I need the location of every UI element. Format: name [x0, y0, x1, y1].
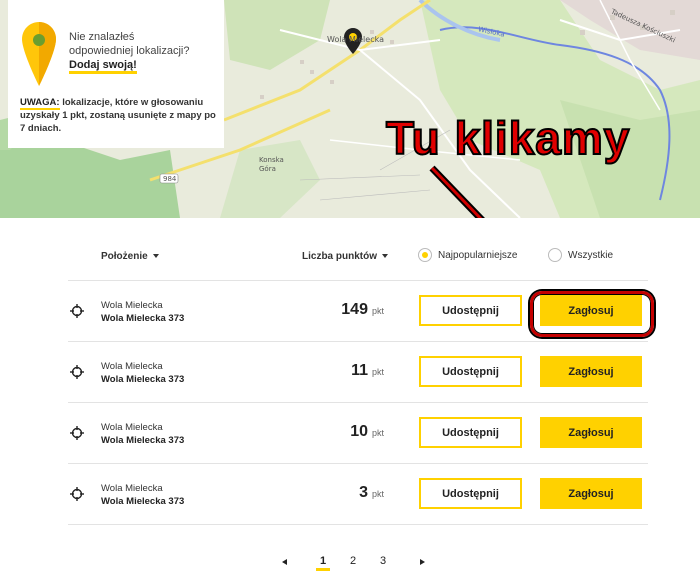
location-cell: Wola Mielecka Wola Mielecka 373: [101, 360, 184, 386]
filter-popular-label: Najpopularniejsze: [438, 249, 518, 261]
location-pin-icon: [22, 22, 56, 86]
crosshair-icon[interactable]: [70, 304, 84, 318]
place-name: Wola Mielecka: [101, 483, 163, 494]
share-button[interactable]: Udostępnij: [419, 478, 522, 509]
add-location-link[interactable]: Dodaj swoją!: [69, 59, 137, 74]
map-secondary-label: Konska Góra: [259, 156, 284, 173]
points-header-label: Liczba punktów: [302, 251, 377, 262]
warning-label: UWAGA:: [20, 97, 60, 110]
annotation-text: Tu klikamy: [385, 111, 631, 165]
radio-selected-icon: [418, 248, 432, 262]
sort-location-button[interactable]: Położenie: [101, 251, 159, 262]
caret-down-icon: [382, 254, 388, 259]
place-name: Wola Mielecka: [101, 422, 163, 433]
table-header: Położenie Liczba punktów Najpopularniejs…: [68, 244, 648, 270]
location-header-label: Położenie: [101, 251, 148, 262]
crosshair-icon[interactable]: [70, 365, 84, 379]
page-3[interactable]: 3: [380, 555, 386, 567]
table-row: Wola Mielecka Wola Mielecka 373 3 pkt Udo…: [68, 464, 648, 524]
share-button[interactable]: Udostępnij: [419, 356, 522, 387]
map-place-label: Wola Mielecka: [327, 35, 384, 44]
points-value: 3: [359, 484, 368, 501]
sort-points-button[interactable]: Liczba punktów: [302, 251, 388, 262]
next-page-icon[interactable]: [420, 559, 425, 565]
page-2[interactable]: 2: [350, 555, 356, 567]
filter-all-label: Wszystkie: [568, 249, 613, 261]
crosshair-icon[interactable]: [70, 487, 84, 501]
place-address: Wola Mielecka 373: [101, 313, 185, 324]
info-card: Nie znalazłeś odpowiedniej lokalizacji? …: [8, 0, 224, 148]
place-name: Wola Mielecka: [101, 361, 163, 372]
caret-down-icon: [152, 254, 159, 259]
vote-button[interactable]: Zagłosuj: [540, 356, 642, 387]
points-cell: 149 pkt: [341, 301, 384, 319]
page-1[interactable]: 1: [316, 555, 331, 571]
place-address: Wola Mielecka 373: [101, 435, 185, 446]
points-value: 10: [350, 423, 368, 440]
place-name: Wola Mielecka: [101, 300, 163, 311]
road-number-label: 984: [163, 175, 177, 183]
location-cell: Wola Mielecka Wola Mielecka 373: [101, 299, 184, 325]
points-unit: pkt: [371, 306, 384, 316]
vote-button[interactable]: Zagłosuj: [540, 478, 642, 509]
radio-empty-icon: [548, 248, 562, 262]
prev-page-icon[interactable]: [282, 559, 287, 565]
annotation-highlight: [530, 291, 654, 337]
points-value: 149: [341, 301, 368, 318]
points-cell: 10 pkt: [350, 423, 384, 441]
location-cell: Wola Mielecka Wola Mielecka 373: [101, 421, 184, 447]
table-row: Wola Mielecka Wola Mielecka 373 10 pkt Ud…: [68, 403, 648, 463]
share-button[interactable]: Udostępnij: [419, 417, 522, 448]
warning-text: UWAGA: lokalizacje, które w głosowaniu u…: [20, 96, 220, 135]
points-unit: pkt: [371, 367, 384, 377]
points-value: 11: [351, 362, 368, 379]
row-divider: [68, 524, 648, 525]
vote-button[interactable]: Zagłosuj: [540, 417, 642, 448]
info-question: Nie znalazłeś odpowiedniej lokalizacji?: [69, 30, 189, 58]
points-cell: 11 pkt: [351, 362, 384, 380]
info-question-line2: odpowiedniej lokalizacji?: [69, 45, 190, 57]
points-unit: pkt: [371, 489, 384, 499]
place-address: Wola Mielecka 373: [101, 374, 185, 385]
info-question-line1: Nie znalazłeś: [69, 31, 135, 43]
points-cell: 3 pkt: [359, 484, 384, 502]
place-address: Wola Mielecka 373: [101, 496, 185, 507]
share-button[interactable]: Udostępnij: [419, 295, 522, 326]
filter-popular-radio[interactable]: Najpopularniejsze: [418, 248, 526, 262]
pagination: 1 2 3: [280, 553, 430, 573]
filter-all-radio[interactable]: Wszystkie: [548, 248, 613, 262]
table-row: Wola Mielecka Wola Mielecka 373 11 pkt Ud…: [68, 342, 648, 402]
crosshair-icon[interactable]: [70, 426, 84, 440]
location-cell: Wola Mielecka Wola Mielecka 373: [101, 482, 184, 508]
points-unit: pkt: [371, 428, 384, 438]
